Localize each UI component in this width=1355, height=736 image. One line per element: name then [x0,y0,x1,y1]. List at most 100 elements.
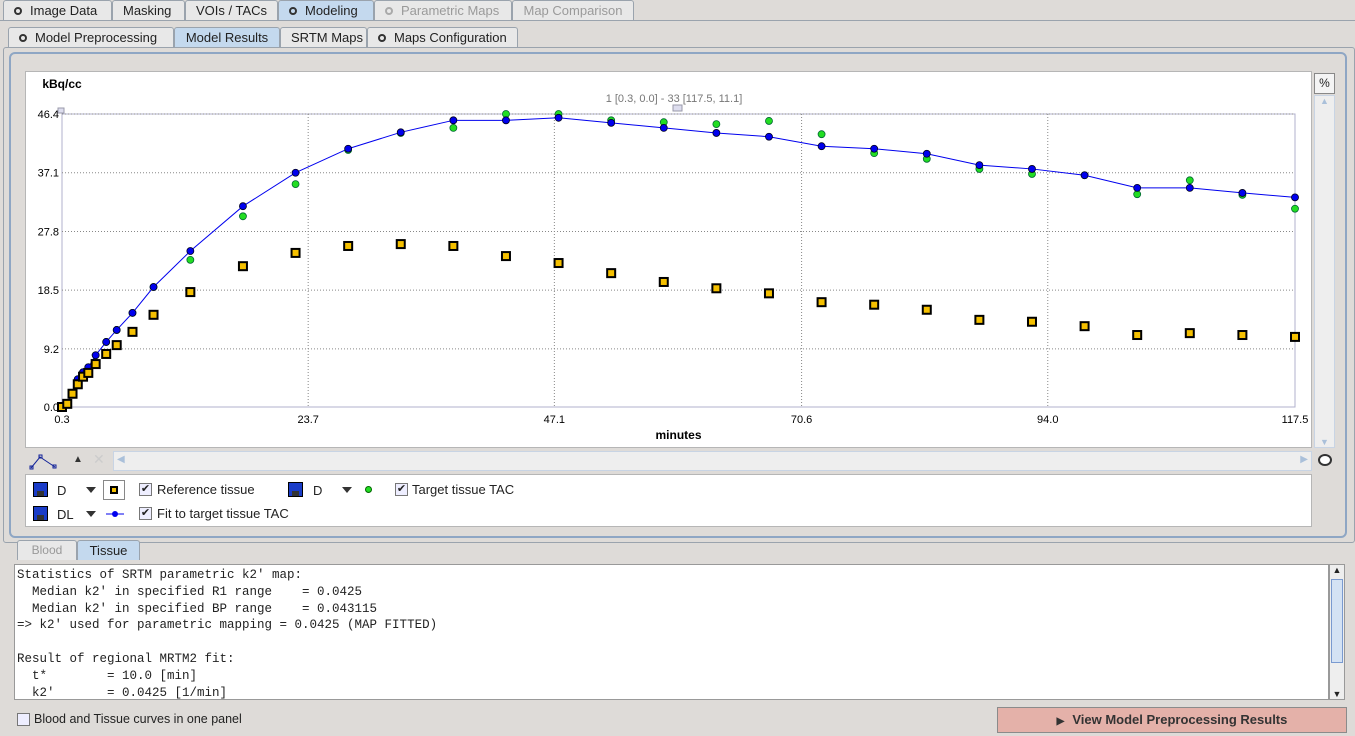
fit-point [975,161,984,170]
view-preprocessing-results-button[interactable]: ▶ View Model Preprocessing Results [997,707,1347,733]
y-tick-label: 18.5 [38,285,59,297]
reference-point [1079,321,1090,332]
results-scrollbar[interactable]: ▲ ▼ [1329,564,1345,700]
chart: 0.0 9.2 18.5 27.8 37.1 46.4 0.3 23.7 47.1 70.6 94.… [25,71,1312,448]
scroll-down-icon[interactable]: ▼ [1330,689,1344,699]
reference-point [1237,330,1248,341]
reference-point [395,239,406,250]
fit-point [659,123,668,132]
y-tick-label: 46.4 [38,109,59,121]
y-tick-label: 9.2 [44,344,59,356]
save-icon[interactable] [288,482,303,497]
fit-point [1185,183,1194,192]
scroll-right-icon[interactable]: ▶ [1300,454,1308,465]
fit-point [870,144,879,153]
legend-style: D [313,483,323,498]
reference-point [148,309,159,320]
tab-image-data[interactable]: Image Data [3,0,112,20]
reference-point [553,258,564,269]
reference-point [127,326,138,337]
tab-blood[interactable]: Blood [17,540,77,560]
fit-point [607,118,616,127]
fit-point [149,283,158,291]
reference-point [869,299,880,310]
legend: D ✔ Reference tissue D ✔ Target tissue T… [25,474,1312,527]
tab-srtm-maps[interactable]: SRTM Maps [280,27,367,47]
reference-point [711,283,722,294]
play-icon: ▶ [1056,716,1065,727]
tab-model-preprocessing[interactable]: Model Preprocessing [8,27,174,47]
fit-point [396,128,405,137]
x-tick-label: 94.0 [1037,414,1058,426]
fit-point [239,202,247,211]
zoom-reset-icon[interactable] [1318,454,1332,466]
line-style-icon[interactable] [28,451,58,471]
target-point [186,255,195,264]
y-tick-label: 0.0 [44,402,59,414]
tab-map-comparison[interactable]: Map Comparison [512,0,634,20]
circle-marker-icon[interactable] [365,486,372,493]
one-panel-checkbox[interactable] [17,713,30,726]
x-tick-label: 117.5 [1282,414,1309,426]
tab-parametric-maps[interactable]: Parametric Maps [374,0,512,20]
fit-checkbox[interactable]: ✔ [139,507,152,520]
x-tick-label: 0.3 [54,414,69,426]
scroll-thumb[interactable] [1331,579,1343,663]
legend-style: D [57,483,67,498]
y-tick-label: 27.8 [38,226,59,238]
tab-maps-configuration[interactable]: Maps Configuration [367,27,518,47]
reference-point [90,359,101,370]
radio-dot-icon [378,34,386,42]
tab-masking[interactable]: Masking [112,0,185,20]
dropdown-icon[interactable] [86,511,96,517]
save-icon[interactable] [33,506,48,521]
radio-dot-icon [19,34,27,42]
reference-point [1026,316,1037,327]
reference-point [974,314,985,325]
plot-frame [61,113,1296,408]
tab-tissue[interactable]: Tissue [77,540,140,560]
radio-dot-icon [14,7,22,15]
scroll-up-icon[interactable]: ▲ [1315,96,1334,106]
reference-point [1132,330,1143,341]
save-icon[interactable] [33,482,48,497]
tab-model-results[interactable]: Model Results [174,27,280,47]
reference-tissue-checkbox[interactable]: ✔ [139,483,152,496]
chart-vertical-scrollbar[interactable]: ▲ ▼ [1314,95,1335,448]
fit-point [1133,183,1142,192]
reference-point [343,240,354,251]
fit-point [112,326,121,334]
scroll-left-icon[interactable]: ◀ [117,454,125,465]
square-marker-icon[interactable] [103,480,125,500]
range-handle[interactable] [672,104,683,112]
radio-dot-icon [289,7,297,15]
percent-button[interactable]: % [1314,73,1335,94]
range-handle[interactable] [57,107,65,114]
fit-point [344,144,353,153]
reference-point [658,276,669,287]
reference-point [83,367,94,378]
scroll-down-icon[interactable]: ▼ [1315,437,1334,447]
move-up-icon[interactable]: ▲ [73,454,83,465]
target-point [712,120,721,129]
results-text-area[interactable]: Statistics of SRTM parametric k2' map: M… [14,564,1329,700]
tab-modeling[interactable]: Modeling [278,0,374,20]
fit-point [765,132,773,141]
target-tissue-checkbox[interactable]: ✔ [395,483,408,496]
fit-point [712,129,721,137]
reference-point [816,297,827,308]
fit-point [817,142,826,151]
line-marker-icon[interactable] [104,506,126,522]
reference-point [237,261,248,272]
tab-vois-tacs[interactable]: VOIs / TACs [185,0,278,20]
dropdown-icon[interactable] [86,487,96,493]
dropdown-icon[interactable] [342,487,352,493]
legend-style: DL [57,507,74,522]
scroll-up-icon[interactable]: ▲ [1330,565,1344,575]
x-axis-label: minutes [655,428,701,442]
reference-point [1290,331,1300,342]
fit-point [1291,193,1299,202]
chart-horizontal-scrollbar[interactable]: ◀ ▶ [113,451,1312,471]
remove-icon[interactable]: ✕ [93,451,105,468]
fit-point [102,338,111,346]
